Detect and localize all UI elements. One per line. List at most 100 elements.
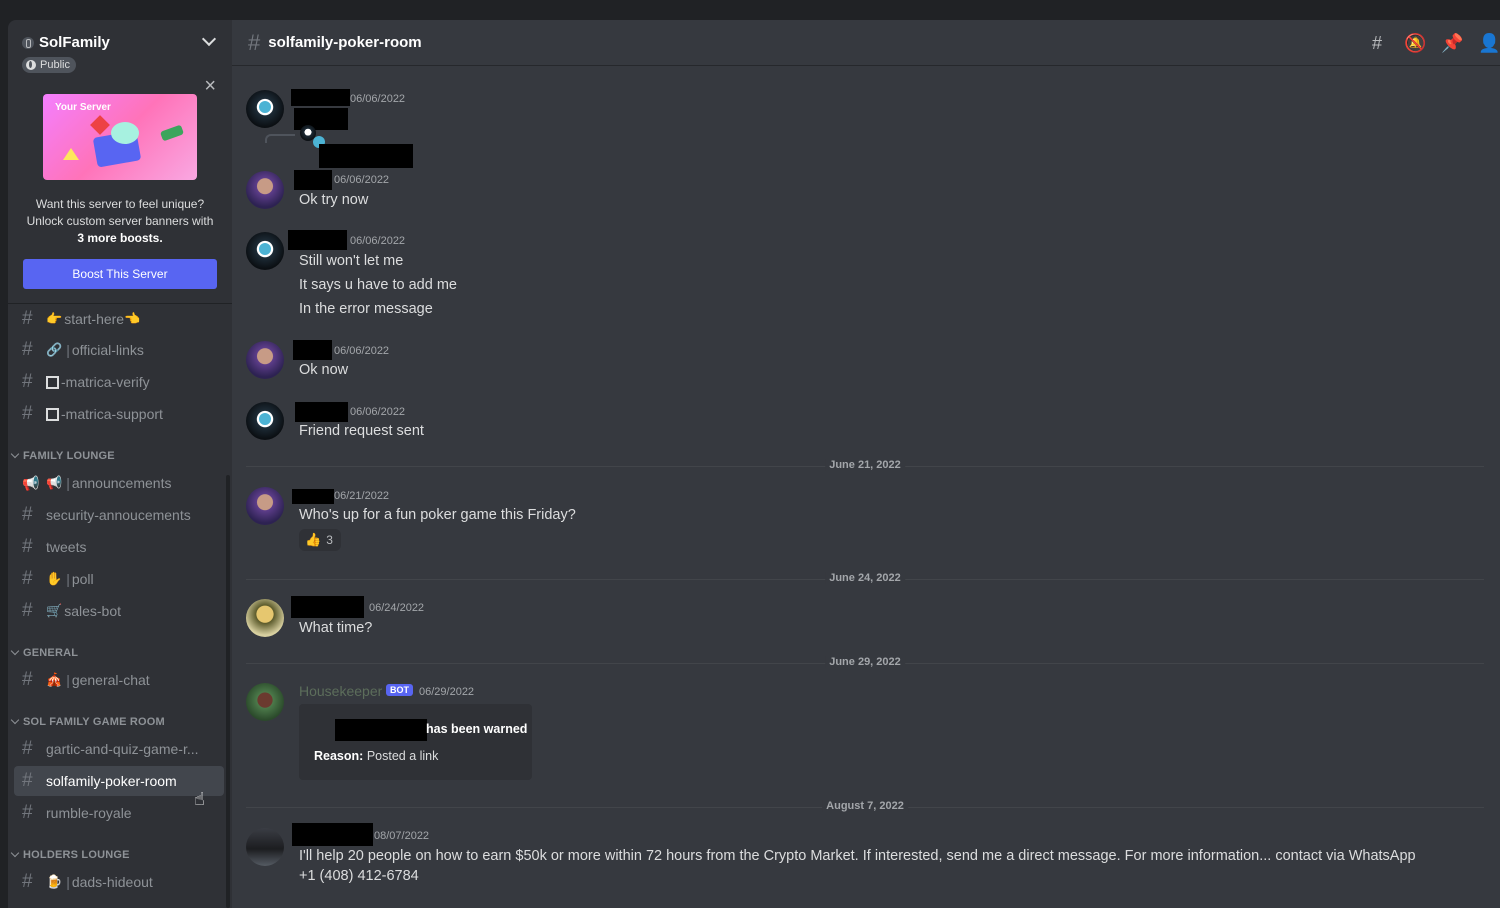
square-icon: [46, 375, 59, 389]
date-divider: June 21, 2022: [246, 459, 1484, 471]
hash-icon: #: [22, 568, 33, 589]
channel-matrica-verify[interactable]: # -matrica-verify: [14, 367, 224, 397]
hash-icon: #: [22, 669, 33, 690]
chevron-down-icon: [10, 646, 20, 656]
category-general[interactable]: GENERAL: [10, 646, 78, 659]
window-top-bar: [0, 0, 1500, 20]
embed-reason: Reason: Posted a link: [314, 749, 439, 763]
hash-icon: #: [248, 29, 261, 55]
redacted-username: [293, 340, 332, 360]
category-family-lounge[interactable]: FAMILY LOUNGE: [10, 449, 115, 462]
mute-icon[interactable]: 🔕: [1404, 33, 1426, 53]
category-holders-lounge[interactable]: HOLDERS LOUNGE: [10, 848, 130, 861]
message-timestamp: 06/06/2022: [350, 93, 406, 105]
redacted-username: [291, 89, 350, 106]
message-text: Ok now: [299, 362, 349, 378]
channel-dads-hideout[interactable]: # 🍺 | dads-hideout: [14, 867, 224, 897]
hand-cursor-icon: ☝: [194, 789, 205, 809]
message-timestamp: 06/24/2022: [369, 602, 425, 614]
hash-icon: #: [22, 770, 33, 791]
author-name[interactable]: Housekeeper: [299, 683, 382, 699]
message-timestamp: 08/07/2022: [374, 830, 430, 842]
hash-icon: #: [22, 802, 33, 823]
avatar[interactable]: [246, 232, 284, 270]
message-list: 06/06/2022 06/06/2022 Ok try now 06/06/2…: [232, 66, 1500, 908]
channel-tweets[interactable]: # tweets: [14, 532, 224, 562]
redacted-username: [292, 823, 373, 846]
channel-security-annoucements[interactable]: # security-annoucements: [14, 500, 224, 530]
channel-gartic-and-quiz[interactable]: # gartic-and-quiz-game-r...: [14, 734, 224, 764]
avatar[interactable]: [246, 171, 284, 209]
date-divider: June 24, 2022: [246, 572, 1484, 584]
hash-icon: #: [22, 339, 33, 360]
avatar[interactable]: [246, 90, 284, 128]
message-text: Friend request sent: [299, 423, 424, 439]
message-timestamp: 06/06/2022: [334, 345, 390, 357]
warning-embed: has been warned Reason: Posted a link: [299, 704, 532, 780]
hash-icon: #: [22, 738, 33, 759]
message-text: Still won't let me: [299, 253, 404, 269]
hash-icon: #: [22, 504, 33, 525]
avatar[interactable]: [246, 487, 284, 525]
hash-icon: #: [22, 403, 33, 424]
message-text: Ok try now: [299, 192, 369, 208]
sidebar-scrollbar[interactable]: [226, 475, 230, 908]
channel-general-chat[interactable]: # 🎪 | general-chat: [14, 665, 224, 695]
chevron-down-icon: [10, 715, 20, 725]
embed-title: has been warned: [426, 722, 528, 736]
message-timestamp: 06/21/2022: [334, 490, 390, 502]
message-text: In the error message: [299, 301, 433, 317]
members-icon[interactable]: 👤: [1478, 33, 1500, 53]
channel-title: solfamily-poker-room: [268, 34, 422, 51]
message-timestamp: 06/29/2022: [419, 686, 475, 698]
reply-connector: [265, 134, 295, 143]
hash-icon: #: [22, 536, 33, 557]
message-text: Who's up for a fun poker game this Frida…: [299, 507, 576, 523]
reply-avatar: [300, 125, 325, 148]
channel-header: # solfamily-poker-room # 🔕 📌 👤: [232, 20, 1500, 66]
message-timestamp: 06/06/2022: [350, 235, 406, 247]
hash-icon: #: [22, 308, 33, 329]
redacted-username: [294, 170, 332, 190]
channel-list: # 👉 start-here 👈 # 🔗 | official-links # …: [8, 20, 232, 908]
avatar[interactable]: [246, 683, 284, 721]
channel-official-links[interactable]: # 🔗 | official-links: [14, 335, 224, 365]
redacted-username: [291, 596, 364, 618]
message-text: It says u have to add me: [299, 277, 457, 293]
channel-rumble-royale[interactable]: # rumble-royale: [14, 798, 224, 828]
redacted-username: [335, 719, 427, 741]
channel-announcements[interactable]: 📢 📢 | announcements: [14, 468, 224, 498]
channel-start-here[interactable]: # 👉 start-here 👈: [14, 304, 224, 334]
channel-matrica-support[interactable]: # -matrica-support: [14, 399, 224, 429]
date-divider: August 7, 2022: [246, 800, 1484, 812]
redacted-username: [288, 230, 347, 250]
pin-icon[interactable]: 📌: [1441, 33, 1463, 53]
channel-sales-bot[interactable]: # 🛒 sales-bot: [14, 596, 224, 626]
thumbs-up-icon: 👍: [305, 532, 322, 547]
hash-icon: #: [22, 600, 33, 621]
threads-icon[interactable]: #: [1367, 33, 1387, 53]
chat-area: # solfamily-poker-room # 🔕 📌 👤 06/06/202…: [232, 20, 1500, 908]
message-timestamp: 06/06/2022: [334, 174, 390, 186]
square-icon: [46, 407, 59, 421]
category-sol-family-game-room[interactable]: SOL FAMILY GAME ROOM: [10, 715, 165, 728]
channel-poll[interactable]: # ✋ | poll: [14, 564, 224, 594]
reaction-count: 3: [326, 533, 333, 547]
megaphone-icon: 📢: [22, 474, 40, 491]
channel-solfamily-poker-room[interactable]: # solfamily-poker-room: [14, 766, 224, 796]
chevron-down-icon: [10, 449, 20, 459]
reaction-thumbs-up[interactable]: 👍 3: [299, 529, 341, 551]
hash-icon: #: [22, 871, 33, 892]
avatar[interactable]: [246, 402, 284, 440]
message-text: What time?: [299, 620, 373, 636]
chevron-down-icon: [10, 848, 20, 858]
avatar[interactable]: [246, 828, 284, 866]
avatar[interactable]: [246, 599, 284, 637]
message-text: +1 (408) 412-6784: [299, 868, 419, 884]
bot-tag: BOT: [386, 684, 413, 696]
date-divider: June 29, 2022: [246, 656, 1484, 668]
redacted-reply-text: [319, 144, 413, 168]
avatar[interactable]: [246, 341, 284, 379]
message-timestamp: 06/06/2022: [350, 406, 406, 418]
message-text: I'll help 20 people on how to earn $50k …: [299, 848, 1416, 864]
